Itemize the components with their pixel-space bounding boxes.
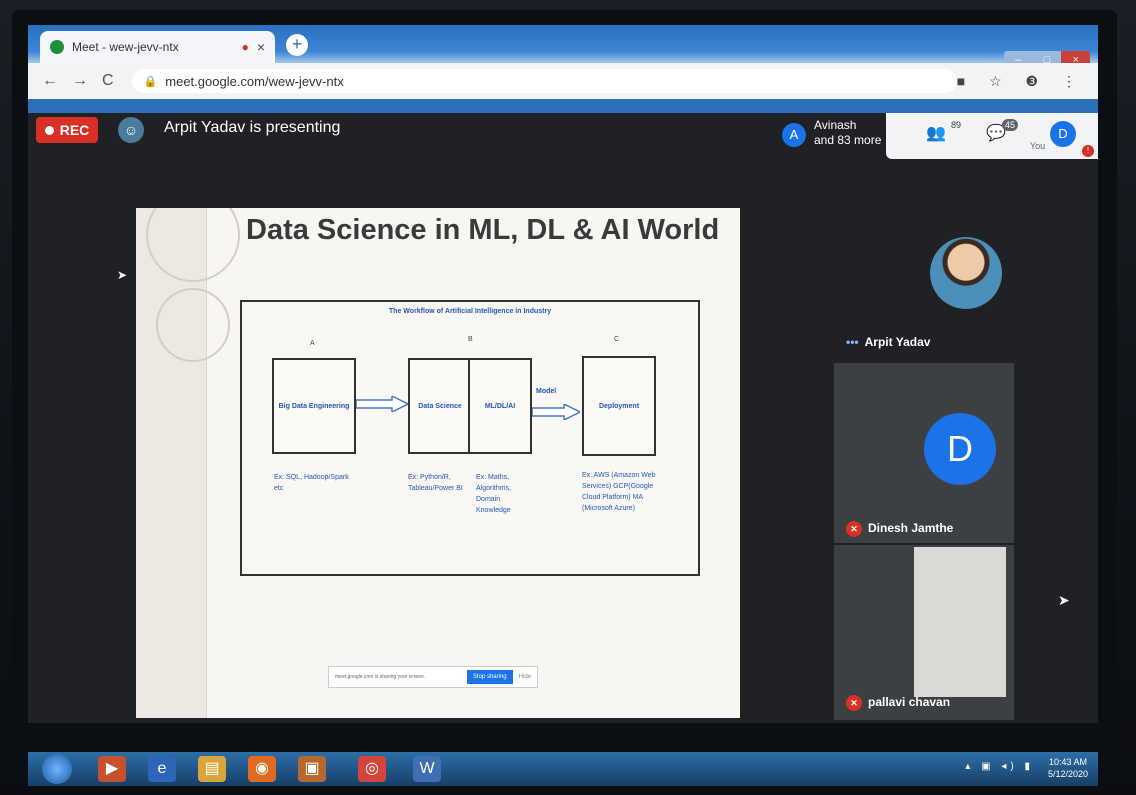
recording-indicator-icon: ● <box>241 40 249 54</box>
arrow-a-b-icon <box>356 396 408 412</box>
tab-meet[interactable]: Meet - wew-jevv-ntx ● × <box>40 31 275 63</box>
back-button[interactable]: ← <box>42 72 58 90</box>
record-dot-icon <box>44 125 54 135</box>
arrow-b-c-icon <box>532 404 580 420</box>
meet-area: REC ☺ Arpit Yadav is presenting A Avinas… <box>28 113 1098 723</box>
label-c: C <box>614 336 620 343</box>
slide-title: Data Science in ML, DL & AI World <box>246 214 720 246</box>
tab-close-icon[interactable]: × <box>257 39 265 55</box>
screen-share-banner: meet.google.com is sharing your screen. … <box>328 666 538 688</box>
label-b: B <box>468 336 473 343</box>
chat-count-badge: 45 <box>1002 119 1019 131</box>
stop-sharing-button[interactable]: Stop sharing <box>466 670 513 684</box>
reload-button[interactable]: C <box>102 72 114 90</box>
mic-muted-icon: ✕ <box>846 695 862 711</box>
examples-a: Ex: SQL, Hadoop/Spark etc <box>274 474 349 492</box>
word-icon[interactable]: W <box>413 756 441 782</box>
tab-bar: Meet - wew-jevv-ntx ● × + – □ × <box>28 25 1098 69</box>
recording-badge: REC <box>36 117 98 143</box>
alert-icon: ! <box>1082 145 1094 157</box>
browser-window: Meet - wew-jevv-ntx ● × + – □ × ← → C 🔒 … <box>28 25 1098 113</box>
speaking-dots-icon: ••• <box>846 335 859 349</box>
workflow-diagram: The Workflow of Artificial Intelligence … <box>240 300 700 576</box>
participant-name: pallavi chavan <box>868 695 951 710</box>
decor-ring-2 <box>156 288 230 362</box>
meet-top-bar: REC ☺ Arpit Yadav is presenting A Avinas… <box>28 113 1098 159</box>
start-button[interactable] <box>42 754 72 784</box>
examples-b1: Ex: Python/R, Tableau/Power BI <box>408 474 463 492</box>
rec-label: REC <box>59 122 90 138</box>
hide-button[interactable]: Hide <box>519 674 531 680</box>
meet-right-toolbar: 👥 89 💬 45 You D ! <box>886 113 1098 159</box>
participant-video <box>914 547 1006 697</box>
examples-c: Ex: AWS (Amazon Web Services) GCP(Google… <box>582 472 656 512</box>
windows-taskbar: ▶ e ▤ ◉ ▣ ◎ W ▴ ▣ ◂) ▮ 10:43 AM 5/12/202… <box>28 752 1098 786</box>
url-input[interactable]: 🔒 meet.google.com/wew-jevv-ntx <box>131 69 957 93</box>
box-big-data: Big Data Engineering <box>272 358 356 454</box>
meet-favicon-icon <box>50 40 64 54</box>
clock-date: 5/12/2020 <box>1047 769 1088 779</box>
people-avatar: A <box>782 123 806 147</box>
participant-tile-arpit[interactable]: ••• Arpit Yadav <box>834 223 1014 355</box>
new-tab-button[interactable]: + <box>286 34 308 56</box>
participants-button[interactable]: 👥 <box>926 123 946 143</box>
presented-slide: Data Science in ML, DL & AI World The Wo… <box>136 208 740 718</box>
participant-tile-dinesh[interactable]: D ✕ Dinesh Jamthe <box>834 363 1014 543</box>
media-player-icon[interactable]: ▶ <box>98 756 126 782</box>
self-avatar[interactable]: D <box>1050 121 1076 147</box>
people-line-1: Avinash <box>814 118 857 132</box>
people-summary: Avinash and 83 more <box>814 118 881 148</box>
participant-name-row: ✕ Dinesh Jamthe <box>846 521 953 537</box>
mouse-cursor-icon: ➤ <box>117 268 128 282</box>
avatar: D <box>924 413 996 485</box>
clock-time: 10:43 AM <box>1048 757 1087 767</box>
you-label: You <box>1030 141 1046 151</box>
box-data-science: Data Science <box>408 358 472 454</box>
participants-count: 89 <box>951 120 962 130</box>
forward-button[interactable]: → <box>72 72 88 90</box>
workflow-title: The Workflow of Artificial Intelligence … <box>388 308 552 315</box>
mic-muted-icon: ✕ <box>846 521 862 537</box>
system-tray-icons[interactable]: ▴ ▣ ◂) ▮ <box>965 761 1034 772</box>
url-text: meet.google.com/wew-jevv-ntx <box>165 73 344 89</box>
participant-name: Arpit Yadav <box>864 335 931 349</box>
lock-icon: 🔒 <box>143 75 158 88</box>
presenting-text: Arpit Yadav is presenting <box>164 119 341 136</box>
app-icon[interactable]: ▣ <box>298 756 326 782</box>
share-message: meet.google.com is sharing your screen. <box>335 674 426 680</box>
examples-b2: Ex: Maths, Algorithms, Domain Knowledge <box>476 474 512 514</box>
address-bar-row: ← → C 🔒 meet.google.com/wew-jevv-ntx ■ ☆… <box>28 63 1098 99</box>
internet-explorer-icon[interactable]: e <box>148 756 176 782</box>
presenter-avatar: ☺ <box>118 117 144 143</box>
box-ml-dl-ai: ML/DL/AI <box>468 358 532 454</box>
tab-title: Meet - wew-jevv-ntx <box>72 40 179 54</box>
box-deployment: Deployment <box>582 356 656 456</box>
mouse-cursor-icon: ➤ <box>1058 592 1070 608</box>
folder-icon[interactable]: ▤ <box>198 756 226 782</box>
participant-name: Dinesh Jamthe <box>868 521 954 536</box>
avatar <box>930 237 1002 309</box>
label-model: Model <box>536 388 557 395</box>
slide-decor-margin <box>136 208 207 718</box>
participant-name-row: ••• Arpit Yadav <box>846 335 930 349</box>
chrome-icon[interactable]: ◎ <box>358 756 386 782</box>
browser-toolbar-icons[interactable]: ■ ☆ ❸ ⋮ <box>957 73 1086 90</box>
system-clock[interactable]: 10:43 AM 5/12/2020 <box>1048 756 1088 780</box>
participant-tile-pallavi[interactable]: ✕ pallavi chavan <box>834 545 1014 720</box>
firefox-icon[interactable]: ◉ <box>248 756 276 782</box>
people-line-2: and 83 more <box>814 133 882 147</box>
label-a: A <box>310 340 315 347</box>
participant-name-row: ✕ pallavi chavan <box>846 695 950 711</box>
